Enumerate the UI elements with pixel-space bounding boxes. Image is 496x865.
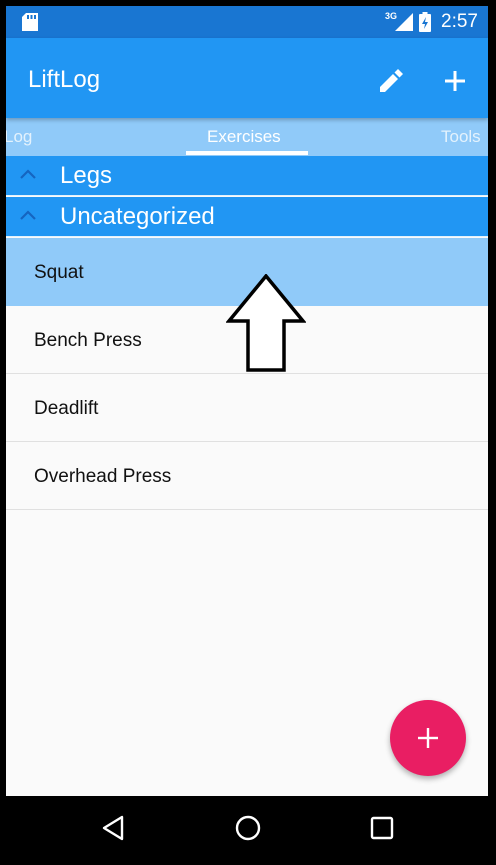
app-title: LiftLog (28, 66, 101, 93)
status-bar-right: 3G 2:57 (385, 6, 478, 38)
plus-icon[interactable] (438, 64, 472, 98)
tab-bar: Log Exercises Tools (6, 118, 488, 156)
tab-log[interactable]: Log (6, 127, 32, 147)
network-type: 3G (385, 11, 398, 21)
app-bar: LiftLog (6, 38, 488, 118)
exercise-row-overhead-press[interactable]: Overhead Press (6, 442, 488, 510)
category-label: Uncategorized (60, 203, 215, 230)
tab-indicator (186, 151, 308, 155)
navigation-bar (6, 796, 488, 857)
chevron-up-icon (20, 210, 36, 220)
exercise-label: Squat (34, 262, 84, 283)
add-exercise-fab[interactable] (390, 700, 466, 776)
battery-icon (419, 12, 432, 32)
up-arrow-icon (226, 274, 306, 372)
signal-icon (395, 13, 414, 31)
phone-screen: 3G 2:57 LiftLog Log Exercises Tools Legs… (6, 6, 488, 857)
category-label: Legs (60, 162, 113, 189)
chevron-up-icon (20, 169, 36, 179)
category-header-uncategorized[interactable]: Uncategorized (6, 197, 488, 237)
exercise-row-deadlift[interactable]: Deadlift (6, 374, 488, 442)
category-header-legs[interactable]: Legs (6, 156, 488, 196)
exercise-label: Bench Press (34, 330, 142, 351)
home-circle-icon[interactable] (234, 814, 262, 842)
plus-icon (418, 728, 438, 748)
exercise-label: Deadlift (34, 398, 99, 419)
pencil-icon[interactable] (374, 64, 408, 98)
status-bar: 3G 2:57 (6, 6, 488, 38)
tab-tools[interactable]: Tools (441, 127, 481, 147)
back-triangle-icon[interactable] (100, 814, 128, 842)
clock: 2:57 (441, 11, 478, 32)
recents-square-icon[interactable] (368, 814, 396, 842)
sd-card-icon (22, 13, 38, 31)
exercise-label: Overhead Press (34, 466, 172, 487)
tab-exercises[interactable]: Exercises (207, 127, 281, 147)
